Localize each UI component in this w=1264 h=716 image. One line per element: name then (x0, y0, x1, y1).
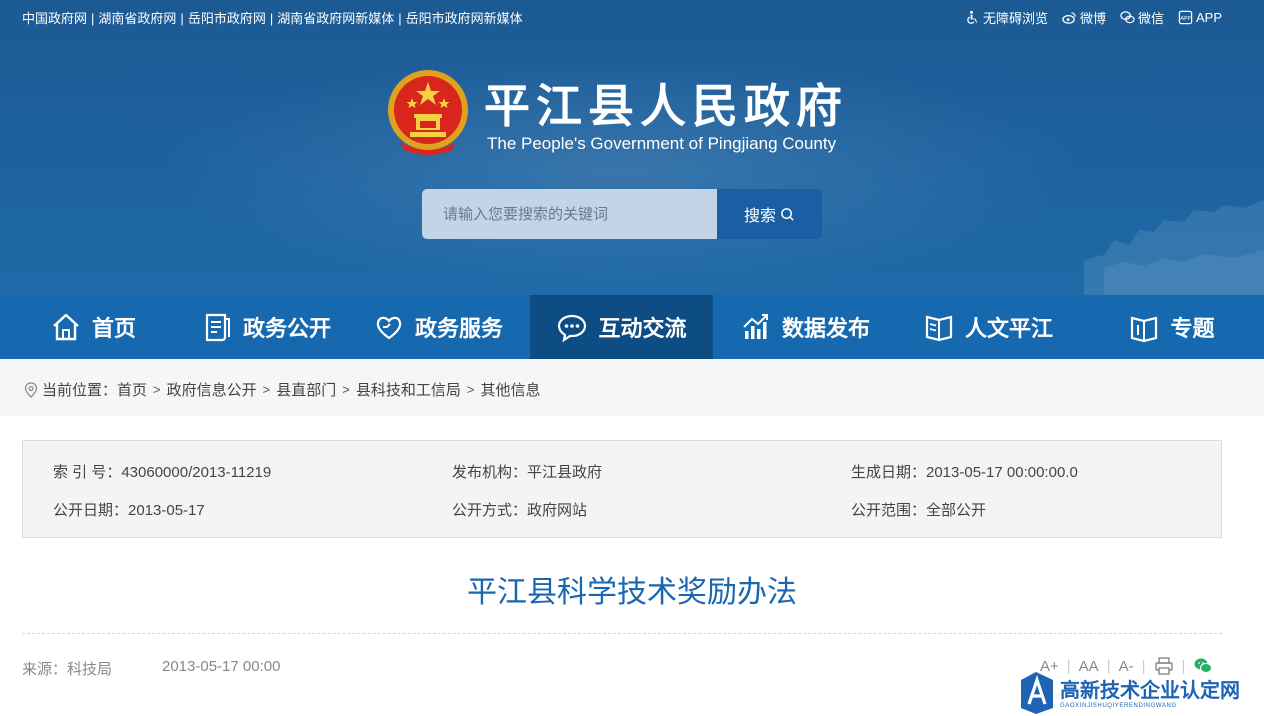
nav-item-topics[interactable]: 专题 (1079, 295, 1264, 359)
breadcrumb-separator: > (262, 382, 271, 397)
separator: | (269, 11, 274, 26)
home-icon (53, 313, 79, 341)
nav-label: 政务服务 (414, 317, 503, 342)
watermark: 高新技术企业认定网 GAOXINJISHUQIYERENDINGWANG (1018, 666, 1264, 716)
breadcrumb-other-info[interactable]: 其他信息 (480, 379, 540, 400)
meta-created: 生成日期：2013-05-17 00:00:00.0 (851, 464, 1078, 481)
nav-label: 首页 (91, 317, 136, 342)
main-nav: 首页 政务公开 政务服务 互动交流 数据发布 人文平江 专题 (0, 295, 1264, 359)
nav-label: 数据发布 (781, 317, 870, 342)
nav-item-gov-services[interactable]: 政务服务 (346, 295, 530, 359)
watermark-en: GAOXINJISHUQIYERENDINGWANG (1060, 702, 1177, 709)
document-meta-table: 索 引 号：43060000/2013-11219 发布机构：平江县政府 生成日… (22, 440, 1222, 538)
breadcrumb-separator: > (466, 382, 475, 397)
link-yueyang-new-media[interactable]: 岳阳市政府网新媒体 (406, 11, 523, 26)
site-title: 平江县人民政府 (484, 79, 848, 133)
nav-item-home[interactable]: 首页 (0, 295, 186, 359)
breadcrumb-county-depts[interactable]: 县直部门 (276, 379, 336, 400)
breadcrumb: 当前位置： 首页 > 政府信息公开 > 县直部门 > 县科技和工信局 > 其他信… (24, 379, 540, 400)
breadcrumb-gov-info[interactable]: 政府信息公开 (167, 379, 257, 400)
article-title: 平江县科学技术奖励办法 (467, 575, 797, 610)
nav-item-interaction[interactable]: 互动交流 (530, 295, 713, 359)
nav-label: 专题 (1170, 317, 1215, 342)
meta-public-method: 公开方式：政府网站 (452, 502, 588, 519)
divider (22, 633, 1222, 634)
nav-item-culture[interactable]: 人文平江 (897, 295, 1079, 359)
app-icon: APP (1178, 10, 1193, 25)
nav-item-data-release[interactable]: 数据发布 (713, 295, 897, 359)
meta-index-no: 索 引 号：43060000/2013-11219 (53, 464, 272, 481)
top-links-bar: 中国政府网 | 湖南省政府网 | 岳阳市政府网 | 湖南省政府网新媒体 | 岳阳市政府网新媒体 (22, 8, 523, 27)
chat-icon (558, 314, 587, 343)
breadcrumb-separator: > (342, 382, 350, 397)
breadcrumb-sci-tech-bureau[interactable]: 县科技和工信局 (356, 379, 461, 400)
app-label: APP (1195, 10, 1222, 25)
accessibility-label: 无障碍浏览 (982, 11, 1048, 26)
search-icon (781, 207, 794, 221)
watermark-text: 高新技术企业认定网 GAOXINJISHUQIYERENDINGWANG (1060, 674, 1240, 709)
skyline-decoration (1084, 200, 1264, 295)
article-date: 2013-05-17 00:00 (162, 658, 281, 675)
link-yueyang-gov[interactable]: 岳阳市政府网 (188, 11, 266, 26)
meta-publisher: 发布机构：平江县政府 (452, 464, 603, 481)
breadcrumb-bar: 当前位置： 首页 > 政府信息公开 > 县直部门 > 县科技和工信局 > 其他信… (0, 359, 1264, 416)
weibo-link[interactable]: 微博 (1062, 8, 1106, 27)
nav-label: 人文平江 (964, 317, 1053, 342)
link-hunan-new-media[interactable]: 湖南省政府网新媒体 (277, 11, 394, 26)
app-link[interactable]: APP APP (1178, 8, 1222, 27)
watermark-cn: 高新技术企业认定网 (1060, 677, 1240, 702)
accessibility-icon (967, 10, 978, 24)
nav-label: 政务公开 (242, 317, 331, 342)
top-tools: 无障碍浏览 微博 微信 APP APP (965, 8, 1222, 27)
document-icon (205, 313, 230, 342)
header-banner: 中国政府网 | 湖南省政府网 | 岳阳市政府网 | 湖南省政府网新媒体 | 岳阳市政府网新媒体 … (0, 0, 1264, 295)
breadcrumb-home[interactable]: 首页 (117, 379, 147, 400)
separator: | (91, 11, 95, 26)
meta-public-scope: 公开范围：全部公开 (851, 502, 987, 519)
breadcrumb-separator: > (153, 382, 161, 397)
nav-item-gov-affairs[interactable]: 政务公开 (186, 295, 346, 359)
search-bar: 搜索 (422, 189, 822, 239)
article-source: 来源：科技局 (22, 661, 113, 678)
meta-public-date: 公开日期：2013-05-17 (53, 502, 205, 519)
link-hunan-gov[interactable]: 湖南省政府网 (98, 11, 176, 26)
wechat-label: 微信 (1137, 11, 1164, 26)
svg-text:APP: APP (1180, 16, 1191, 22)
location-pin-icon (24, 381, 38, 398)
wechat-icon (1120, 11, 1135, 24)
search-button-label: 搜索 (743, 208, 776, 225)
search-input[interactable] (422, 189, 717, 239)
heart-hand-icon (376, 316, 402, 340)
link-gov-cn[interactable]: 中国政府网 (22, 11, 87, 26)
search-button[interactable]: 搜索 (717, 189, 822, 239)
accessibility-link[interactable]: 无障碍浏览 (965, 8, 1048, 27)
site-subtitle: The People's Government of Pingjiang Cou… (487, 134, 837, 153)
national-emblem-icon (388, 70, 468, 155)
topic-book-icon (1131, 316, 1158, 343)
book-icon (925, 315, 953, 342)
separator: | (398, 11, 402, 26)
breadcrumb-prefix: 当前位置： (42, 382, 118, 399)
weibo-label: 微博 (1079, 11, 1106, 26)
weibo-icon (1062, 12, 1076, 24)
wechat-link[interactable]: 微信 (1120, 8, 1164, 27)
watermark-logo (1021, 672, 1053, 714)
chart-icon (743, 314, 768, 339)
nav-label: 互动交流 (598, 317, 687, 342)
separator: | (180, 11, 184, 26)
